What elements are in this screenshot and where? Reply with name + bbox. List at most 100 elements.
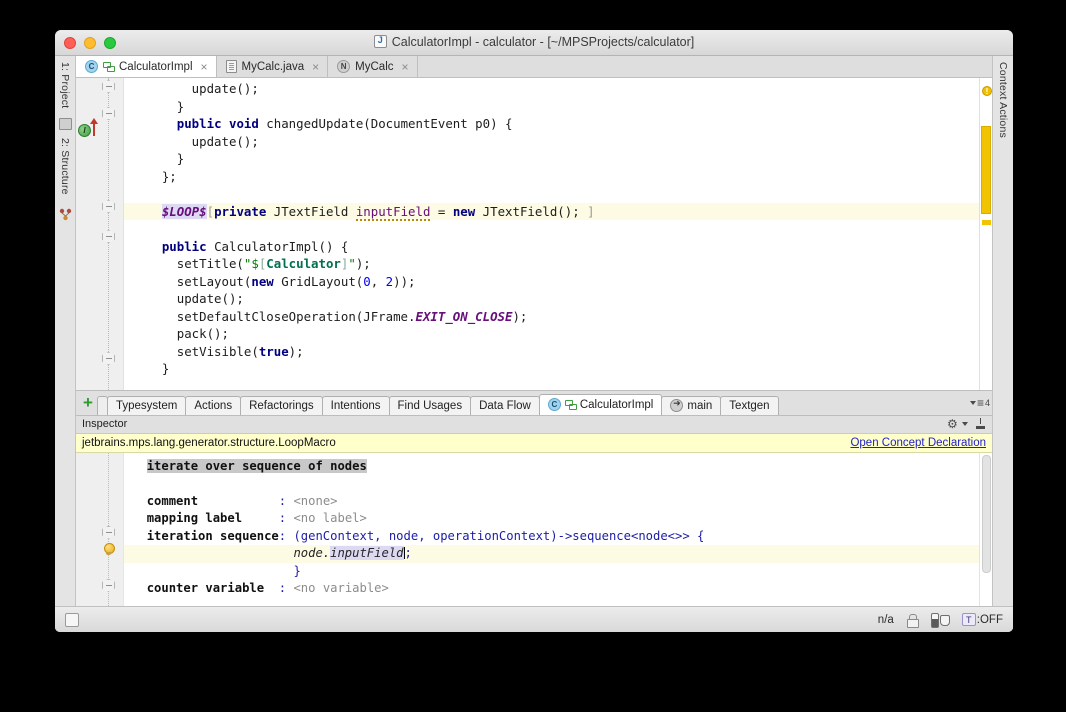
inspector-row[interactable]: node.inputField; (124, 545, 979, 563)
error-stripe-mark[interactable] (982, 220, 991, 225)
editor-tab-label: CalculatorImpl (119, 61, 193, 73)
code-line: update(); (124, 80, 979, 98)
add-tab-button[interactable]: + (79, 394, 97, 411)
inspector-title: Inspector (82, 418, 127, 430)
tab-data-flow[interactable]: Data Flow (470, 396, 540, 415)
window-title: CalculatorImpl - calculator - [~/MPSProj… (55, 35, 1013, 49)
tab-textgen[interactable]: Textgen (720, 396, 778, 415)
inspector-row[interactable]: } (124, 563, 979, 581)
open-concept-declaration-link[interactable]: Open Concept Declaration (850, 437, 986, 449)
inspector-row-label: iteration sequence (147, 529, 279, 543)
fold-marker[interactable] (102, 579, 115, 592)
tab-label: Typesystem (116, 400, 177, 412)
jetbrains-mps-icon (374, 35, 387, 48)
chevron-down-icon[interactable] (962, 422, 968, 426)
tab-main[interactable]: main (661, 396, 721, 415)
inspector-concept-bar: jetbrains.mps.lang.generator.structure.L… (76, 434, 992, 453)
application-window: CalculatorImpl - calculator - [~/MPSProj… (55, 30, 1013, 632)
code-line: $LOOP$[private JTextField inputField = n… (124, 203, 979, 221)
window-title-bar: CalculatorImpl - calculator - [~/MPSProj… (55, 30, 1013, 56)
editor-gutter: I (76, 78, 124, 390)
inspector-row-separator: : (279, 529, 286, 543)
lock-icon[interactable] (907, 614, 918, 626)
inspector-spacer (124, 475, 979, 493)
t-badge-value: :OFF (977, 614, 1003, 626)
tab-label: Refactorings (249, 400, 314, 412)
code-line: public CalculatorImpl() { (124, 238, 979, 256)
bottom-left-toggle[interactable] (65, 613, 79, 627)
inspector-heading: iterate over sequence of nodes (124, 458, 979, 476)
fold-marker[interactable] (102, 200, 115, 213)
code-line: update(); (124, 133, 979, 151)
code-line (124, 220, 979, 238)
inspector-row-value: <no variable> (293, 581, 388, 595)
warning-badge-icon[interactable]: ! (982, 86, 992, 96)
code-line: } (124, 150, 979, 168)
green-template-icon (565, 399, 576, 410)
inspector-row[interactable]: counter variable : <no variable> (124, 580, 979, 598)
tab-label: CalculatorImpl (580, 399, 654, 411)
code-line: pack(); (124, 325, 979, 343)
tab-intentions[interactable]: Intentions (322, 396, 390, 415)
tab-typesystem[interactable]: Typesystem (107, 396, 186, 415)
editor-tab-close-icon[interactable]: × (201, 61, 208, 73)
left-tool-rail: 1: Project 2: Structure (55, 56, 76, 632)
editor-tab-close-icon[interactable]: × (402, 61, 409, 73)
editor-tab-mycalc-java[interactable]: MyCalc.java × (217, 56, 329, 77)
sidebar-item-context-actions[interactable]: Context Actions (997, 62, 1009, 138)
right-tool-rail: Context Actions (992, 56, 1013, 632)
fold-marker[interactable] (102, 230, 115, 243)
editor-tab-label: MyCalc (355, 61, 393, 73)
bottom-status-text: n/a (878, 614, 894, 626)
inspector-header-tools: ⚙ (947, 418, 986, 430)
intention-bulb-icon[interactable] (102, 543, 115, 557)
hide-panel-icon[interactable] (975, 418, 986, 430)
inspector-row-value: (genContext, node, operationContext)->se… (293, 529, 704, 543)
editor-tab-label: MyCalc.java (242, 61, 305, 73)
inspector-row[interactable]: comment : <none> (124, 493, 979, 511)
editor-tab-bar: C CalculatorImpl × MyCalc.java × N MyCal… (76, 56, 992, 78)
tab-find-usages[interactable]: Find Usages (389, 396, 472, 415)
inspector-row-value: node.inputField (293, 546, 403, 560)
inspector-row-label: comment (147, 494, 198, 508)
inspector-gutter (76, 453, 124, 610)
inspector-row[interactable]: mapping label : <no label> (124, 510, 979, 528)
editor-scrollbar-thumb[interactable] (981, 126, 991, 214)
typing-mode-badge[interactable]: T :OFF (962, 613, 1003, 626)
concept-fqn: jetbrains.mps.lang.generator.structure.L… (82, 437, 336, 449)
tab-label: Actions (194, 400, 232, 412)
sidebar-item-structure[interactable]: 2: Structure (59, 138, 71, 195)
tool-tab-bar: + Typesystem Actions Refactorings Intent… (76, 390, 992, 415)
editor-tab-filler (418, 56, 992, 77)
code-text-area[interactable]: update(); } public void changedUpdate(Do… (124, 78, 979, 390)
editor-tab-calculatorimpl[interactable]: C CalculatorImpl × (76, 56, 217, 77)
tab-label: Intentions (331, 400, 381, 412)
gear-icon[interactable]: ⚙ (947, 418, 959, 430)
inspector-scrollbar-thumb[interactable] (982, 455, 991, 573)
fold-marker[interactable] (102, 80, 115, 93)
power-plug-icon[interactable] (931, 613, 949, 626)
fold-marker[interactable] (102, 352, 115, 365)
code-line: setTitle("$[Calculator]"); (124, 255, 979, 273)
project-pane-icon (59, 118, 72, 130)
implements-method-icon[interactable]: I (78, 124, 91, 137)
fold-marker[interactable] (102, 107, 115, 120)
editor-error-stripe[interactable]: ! (979, 78, 992, 390)
tab-label: main (687, 400, 712, 412)
tab-calculatorimpl[interactable]: C CalculatorImpl (539, 394, 663, 415)
tab-overflow-button[interactable]: ≡ 4 (966, 398, 990, 408)
inspector-row-value: } (293, 564, 300, 578)
editor-tab-close-icon[interactable]: × (312, 61, 319, 73)
tab-refactorings[interactable]: Refactorings (240, 396, 323, 415)
inspector-scrollbar[interactable] (979, 453, 992, 610)
inspector-panel: iterate over sequence of nodes comment :… (76, 453, 992, 610)
sidebar-item-project[interactable]: 1: Project (59, 62, 71, 108)
inspector-content[interactable]: iterate over sequence of nodes comment :… (124, 453, 979, 610)
fold-marker[interactable] (102, 526, 115, 539)
inspector-row-value: <none> (293, 494, 337, 508)
tab-label: Find Usages (398, 400, 463, 412)
inspector-row[interactable]: iteration sequence: (genContext, node, o… (124, 528, 979, 546)
editor-tab-mycalc[interactable]: N MyCalc × (328, 56, 417, 77)
arrow-circle-icon (670, 399, 683, 412)
tab-actions[interactable]: Actions (185, 396, 241, 415)
